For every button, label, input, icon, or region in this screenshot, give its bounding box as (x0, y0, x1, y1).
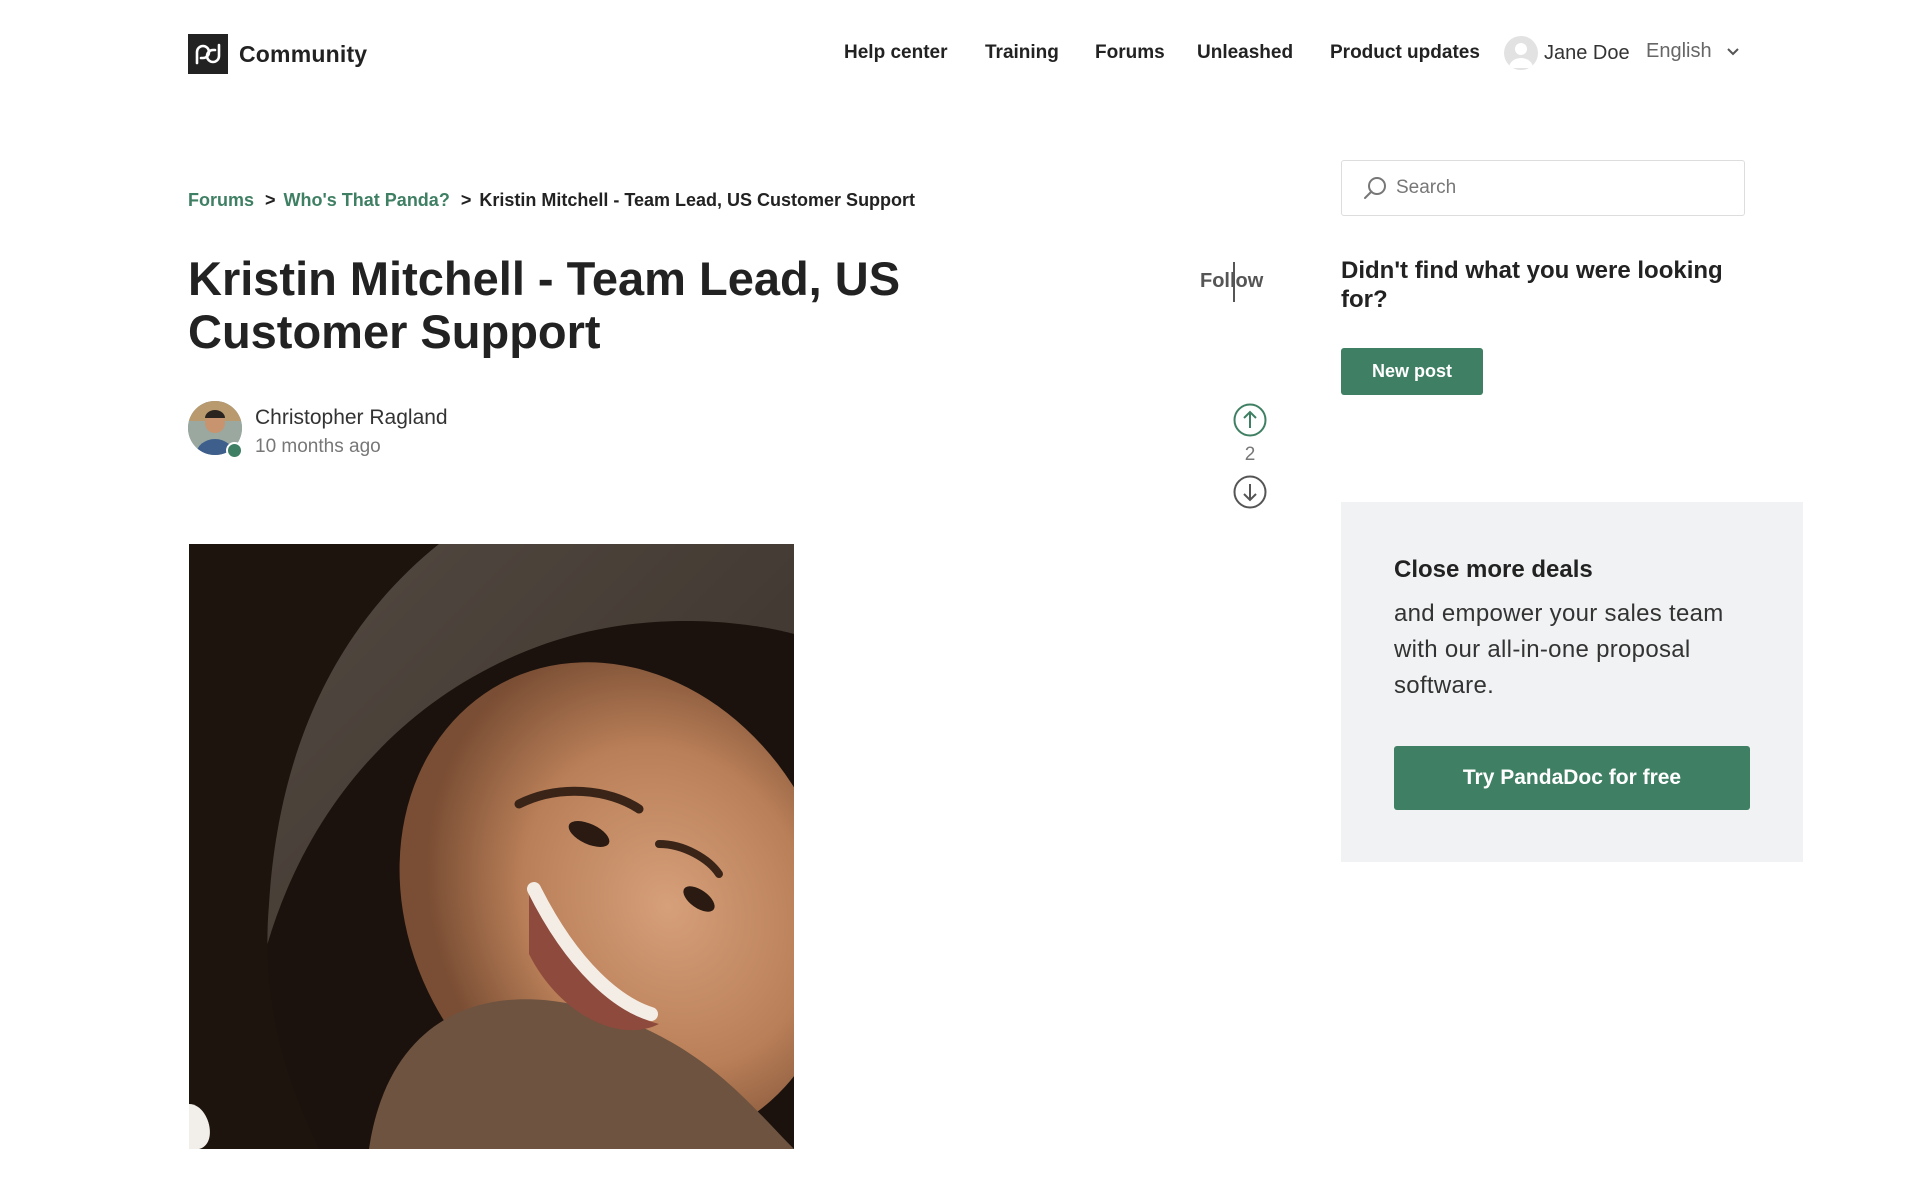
vote-count: 2 (1244, 444, 1256, 465)
nav-help-center[interactable]: Help center (844, 42, 947, 64)
search-icon (1362, 175, 1388, 201)
search-box[interactable] (1341, 160, 1745, 216)
author-name[interactable]: Christopher Ragland (255, 406, 448, 430)
nav-product-updates[interactable]: Product updates (1330, 42, 1480, 64)
nav-forums[interactable]: Forums (1095, 42, 1165, 64)
site-header: Community Help center Training Forums Un… (0, 0, 1920, 110)
arrow-down-circle-icon (1233, 475, 1267, 509)
main-nav: Help center Training Forums Unleashed Pr… (0, 42, 1920, 68)
new-post-button[interactable]: New post (1341, 348, 1483, 395)
breadcrumb: Forums > Who's That Panda? > Kristin Mit… (188, 190, 915, 211)
follow-button[interactable]: Follow (1200, 270, 1263, 293)
user-avatar-icon (1504, 36, 1538, 70)
sidebar-heading: Didn't find what you were looking for? (1341, 257, 1723, 313)
chevron-down-icon (1726, 47, 1740, 57)
breadcrumb-whos-that-panda[interactable]: Who's That Panda? (284, 190, 450, 211)
breadcrumb-current: Kristin Mitchell - Team Lead, US Custome… (479, 190, 916, 210)
arrow-up-circle-icon (1233, 403, 1267, 437)
breadcrumb-forums[interactable]: Forums (188, 190, 254, 211)
user-name: Jane Doe (1544, 41, 1630, 64)
post-photo (189, 544, 794, 1149)
promo-body: and empower your sales team with our all… (1394, 600, 1724, 699)
promo-card: Close more deals and empower your sales … (1341, 502, 1803, 862)
post-timestamp: 10 months ago (255, 436, 381, 457)
agent-badge-icon (226, 442, 243, 459)
search-input[interactable] (1396, 177, 1726, 199)
text-cursor (1233, 262, 1235, 302)
language-label: English (1646, 40, 1712, 62)
upvote-button[interactable] (1233, 403, 1267, 437)
breadcrumb-separator: > (460, 190, 472, 210)
post-title: Kristin Mitchell - Team Lead, US Custome… (188, 252, 901, 358)
downvote-button[interactable] (1233, 475, 1267, 509)
language-selector[interactable]: English (1646, 40, 1740, 63)
promo-title: Close more deals (1394, 556, 1593, 583)
user-menu[interactable]: Jane Doe (1504, 36, 1630, 70)
nav-training[interactable]: Training (985, 42, 1059, 64)
breadcrumb-separator: > (265, 190, 276, 210)
nav-unleashed[interactable]: Unleashed (1197, 42, 1293, 64)
try-pandadoc-button[interactable]: Try PandaDoc for free (1394, 746, 1750, 810)
